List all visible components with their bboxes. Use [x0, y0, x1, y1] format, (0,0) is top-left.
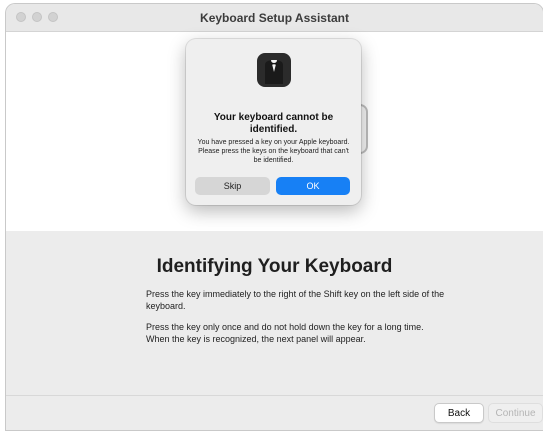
alert-message: You have pressed a key on your Apple key…	[197, 139, 350, 164]
tuxedo-butler-icon	[257, 53, 291, 87]
instruction-paragraph-1: Press the key immediately to the right o…	[146, 289, 445, 311]
continue-button[interactable]: Continue	[488, 403, 543, 423]
ok-button[interactable]: OK	[276, 177, 350, 195]
alert-title: Your keyboard cannot be identified.	[213, 112, 334, 135]
back-button[interactable]: Back	[434, 403, 484, 423]
page-title: Identifying Your Keyboard	[156, 256, 393, 277]
instruction-paragraph-2: Press the key only once and do not hold …	[146, 322, 424, 344]
alert-dialog: Your keyboard cannot be identified. You …	[186, 39, 361, 205]
window-title: Keyboard Setup Assistant	[200, 11, 349, 25]
skip-button[interactable]: Skip	[195, 177, 270, 195]
footer-divider	[6, 395, 543, 396]
title-bar: Keyboard Setup Assistant	[6, 4, 543, 32]
